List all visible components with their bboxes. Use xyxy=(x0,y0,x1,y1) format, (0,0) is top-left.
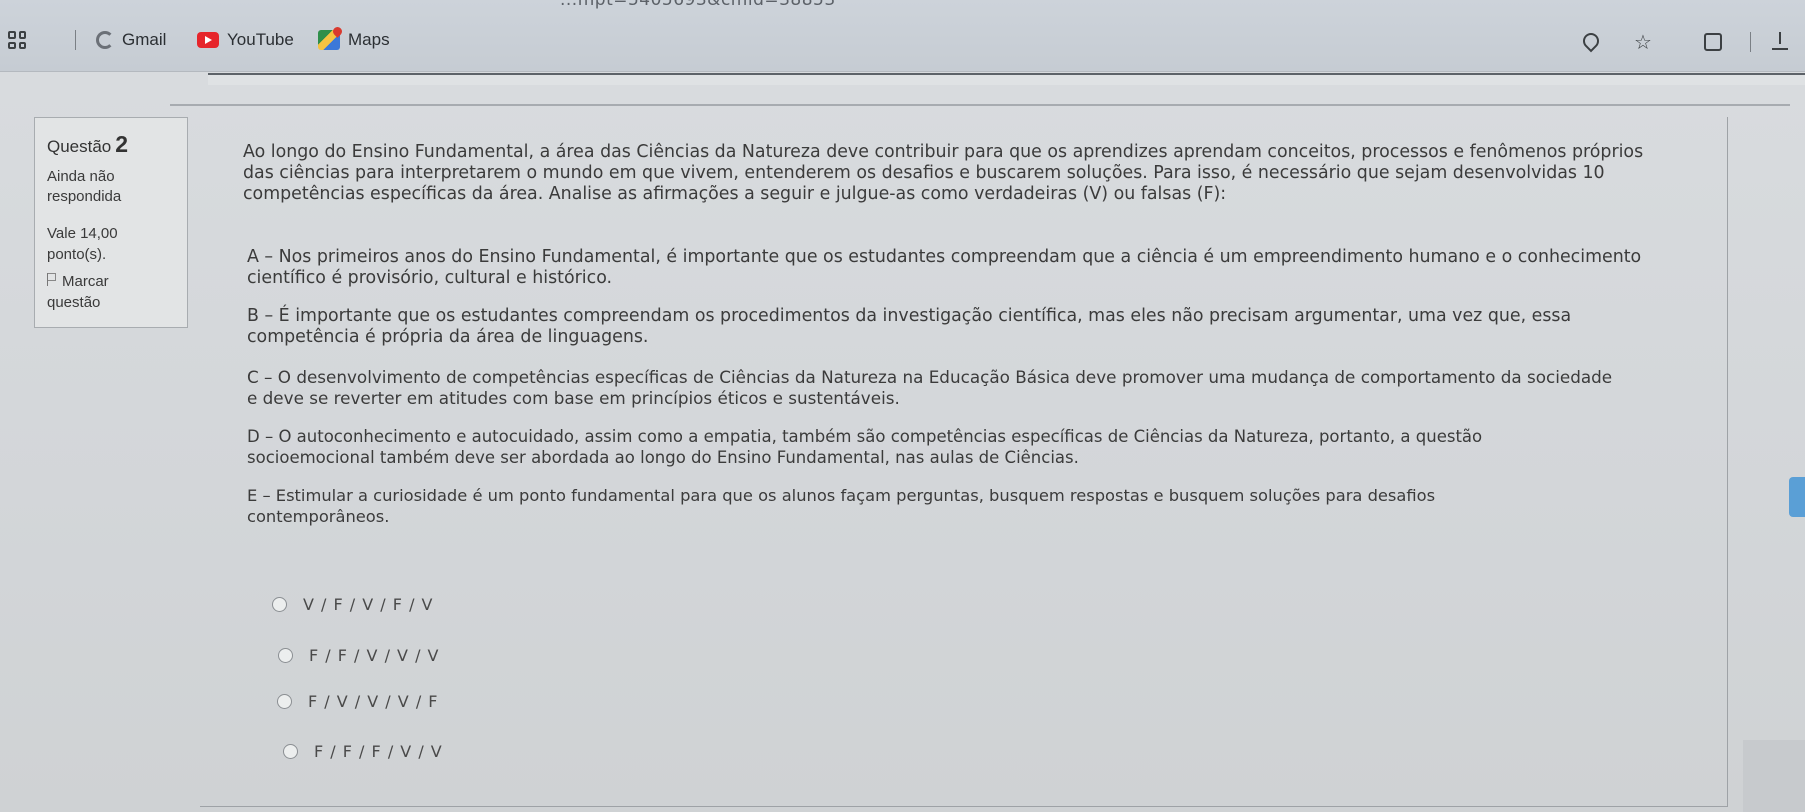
answer-option-c[interactable]: F / V / V / V / F xyxy=(277,692,439,711)
intro-line: das ciências para interpretarem o mundo … xyxy=(243,163,1605,183)
radio-button[interactable] xyxy=(277,694,292,709)
bookmarks-divider xyxy=(75,30,76,50)
statement-line: C – O desenvolvimento de competências es… xyxy=(247,367,1613,387)
bookmark-star-icon[interactable]: ☆ xyxy=(1628,30,1658,54)
statement-a: A – Nos primeiros anos do Ensino Fundame… xyxy=(247,247,1747,289)
page-corner xyxy=(1743,740,1805,812)
grade-line: Vale 14,00 xyxy=(47,225,118,242)
side-drawer-handle[interactable] xyxy=(1789,477,1805,517)
radio-button[interactable] xyxy=(278,648,293,663)
bookmark-label: Maps xyxy=(348,30,390,49)
apps-grid-icon[interactable] xyxy=(8,31,26,49)
content-top-border xyxy=(170,104,1790,112)
statement-line: A – Nos primeiros anos do Ensino Fundame… xyxy=(247,247,1642,267)
radio-button[interactable] xyxy=(283,744,298,759)
radio-button[interactable] xyxy=(272,597,287,612)
statement-line: E – Estimular a curiosidade é um ponto f… xyxy=(247,486,1436,505)
page-top-border xyxy=(208,73,1805,85)
statement-line: competência é própria da área de linguag… xyxy=(247,327,649,347)
flag-line: Marcar xyxy=(62,273,109,290)
bookmark-label: YouTube xyxy=(227,30,294,49)
flag-icon xyxy=(47,273,57,286)
statement-line: socioemocional também deve ser abordada … xyxy=(247,448,1079,467)
option-label: F / V / V / V / F xyxy=(308,692,439,711)
option-label: V / F / V / F / V xyxy=(303,595,434,614)
toolbar-actions: ☆ xyxy=(1550,30,1795,54)
extensions-icon[interactable] xyxy=(1698,30,1728,54)
answer-option-d[interactable]: F / F / F / V / V xyxy=(283,742,443,761)
statement-line: contemporâneos. xyxy=(247,507,390,526)
question-intro: Ao longo do Ensino Fundamental, a área d… xyxy=(243,142,1743,205)
option-label: F / F / V / V / V xyxy=(309,646,440,665)
option-label: F / F / F / V / V xyxy=(314,742,443,761)
youtube-icon xyxy=(197,32,219,48)
bookmark-gmail[interactable]: Gmail xyxy=(96,28,166,52)
question-number: 2 xyxy=(115,131,129,157)
statement-line: B – É importante que os estudantes compr… xyxy=(247,306,1572,326)
statement-c: C – O desenvolvimento de competências es… xyxy=(247,367,1747,409)
browser-toolbar: ...mpt=5405693&cmid=38853 Gmail YouTube … xyxy=(0,0,1805,72)
statement-line: e deve se reverter em atitudes com base … xyxy=(247,388,900,408)
grade-line: ponto(s). xyxy=(47,246,107,263)
location-pin-icon[interactable] xyxy=(1574,30,1604,54)
maps-icon xyxy=(318,30,340,50)
question-info-panel: Questão 2 Ainda não respondida Vale 14,00… xyxy=(34,117,188,328)
question-state: Ainda não respondida xyxy=(47,167,121,207)
intro-line: Ao longo do Ensino Fundamental, a área d… xyxy=(243,142,1644,162)
bookmark-label: Gmail xyxy=(122,30,167,49)
state-line: respondida xyxy=(47,188,122,205)
url-text[interactable]: ...mpt=5405693&cmid=38853 xyxy=(560,0,836,10)
statement-e: E – Estimular a curiosidade é um ponto f… xyxy=(247,485,1747,527)
bookmark-youtube[interactable]: YouTube xyxy=(197,28,294,52)
statement-b: B – É importante que os estudantes compr… xyxy=(247,306,1747,348)
question-grade: Vale 14,00 ponto(s). xyxy=(47,223,118,265)
answer-option-a[interactable]: V / F / V / F / V xyxy=(272,595,434,614)
state-line: Ainda não xyxy=(47,168,115,185)
question-title: Questão 2 xyxy=(47,131,128,158)
bookmarks-bar: Gmail YouTube Maps ☆ xyxy=(0,24,1805,58)
question-prefix: Questão xyxy=(47,137,112,156)
intro-line: competências específicas da área. Analis… xyxy=(243,184,1227,204)
answer-option-b[interactable]: F / F / V / V / V xyxy=(278,646,440,665)
flag-question-link[interactable]: Marcar questão xyxy=(47,271,109,313)
toolbar-divider xyxy=(1750,32,1751,52)
gmail-icon xyxy=(96,31,114,49)
download-icon[interactable] xyxy=(1765,30,1795,54)
flag-line: questão xyxy=(47,294,101,311)
statement-line: D – O autoconhecimento e autocuidado, as… xyxy=(247,427,1483,446)
statement-line: científico é provisório, cultural e hist… xyxy=(247,268,613,288)
bookmark-maps[interactable]: Maps xyxy=(318,28,390,52)
statement-d: D – O autoconhecimento e autocuidado, as… xyxy=(247,426,1747,468)
